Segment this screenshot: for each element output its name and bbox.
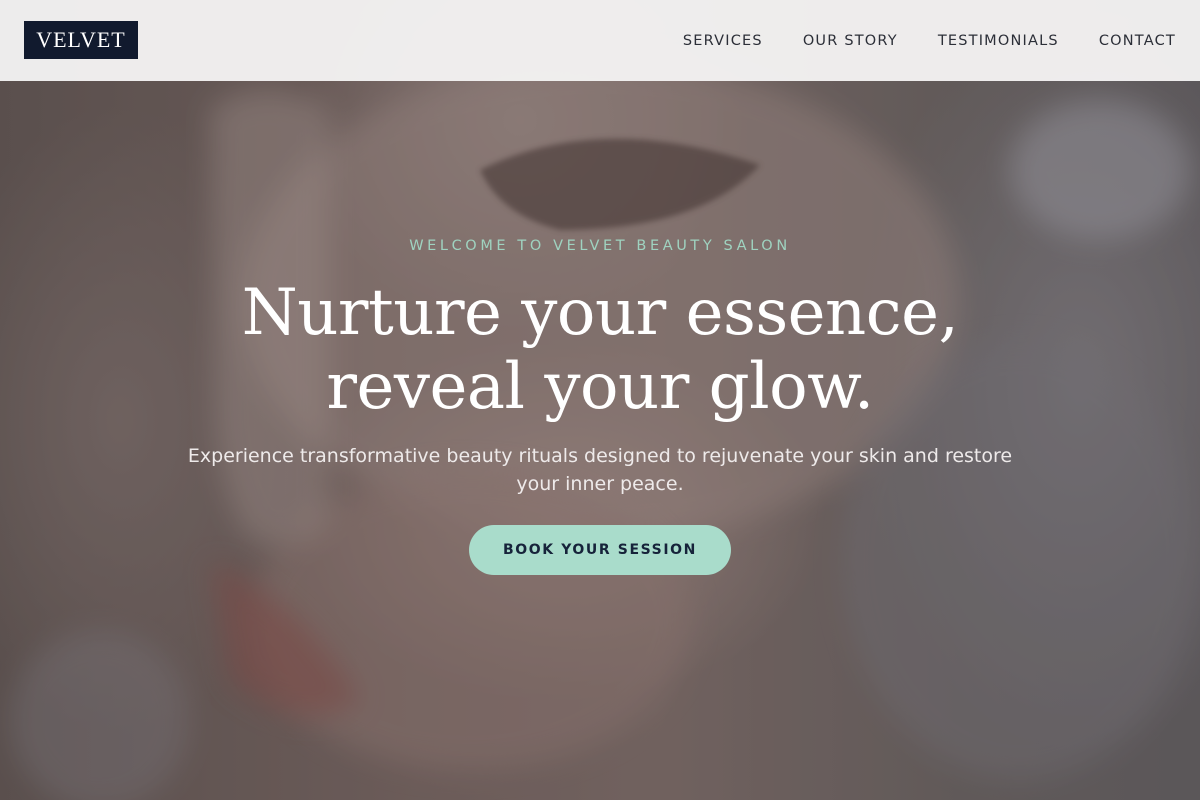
site-header: VELVET SERVICES OUR STORY TESTIMONIALS C…: [0, 0, 1200, 81]
brand-logo[interactable]: VELVET: [24, 21, 138, 59]
hero-eyebrow: WELCOME TO VELVET BEAUTY SALON: [409, 238, 791, 254]
hero-subtext: Experience transformative beauty rituals…: [187, 445, 1013, 495]
hero-headline-line-1: Nurture your essence,: [241, 276, 959, 350]
hero-headline-line-2: reveal your glow.: [326, 350, 874, 424]
main-navigation: SERVICES OUR STORY TESTIMONIALS CONTACT: [683, 0, 1176, 81]
hero-headline: Nurture your essence, reveal your glow.: [100, 276, 1100, 424]
hero-section: WELCOME TO VELVET BEAUTY SALON Nurture y…: [0, 0, 1200, 800]
nav-link-our-story[interactable]: OUR STORY: [803, 33, 898, 49]
book-session-button[interactable]: BOOK YOUR SESSION: [469, 525, 731, 575]
nav-link-testimonials[interactable]: TESTIMONIALS: [938, 33, 1059, 49]
nav-link-contact[interactable]: CONTACT: [1099, 33, 1176, 49]
nav-link-services[interactable]: SERVICES: [683, 33, 763, 49]
